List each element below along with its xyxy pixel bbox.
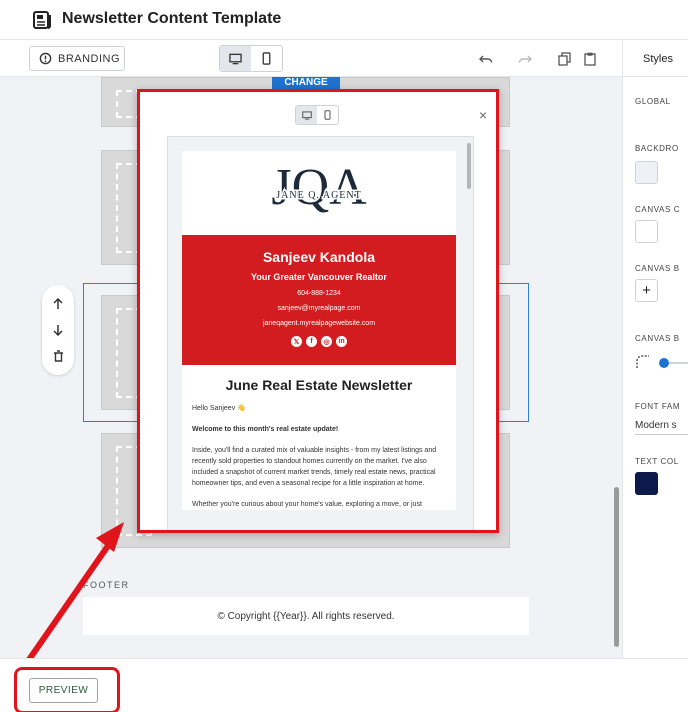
bottom-bar: PREVIEW [0, 658, 688, 712]
preview-highlight-box [14, 667, 120, 712]
newsletter-editor: Newsletter Content Template BRANDING CHA… [0, 0, 688, 712]
annotation-arrow [23, 522, 124, 667]
